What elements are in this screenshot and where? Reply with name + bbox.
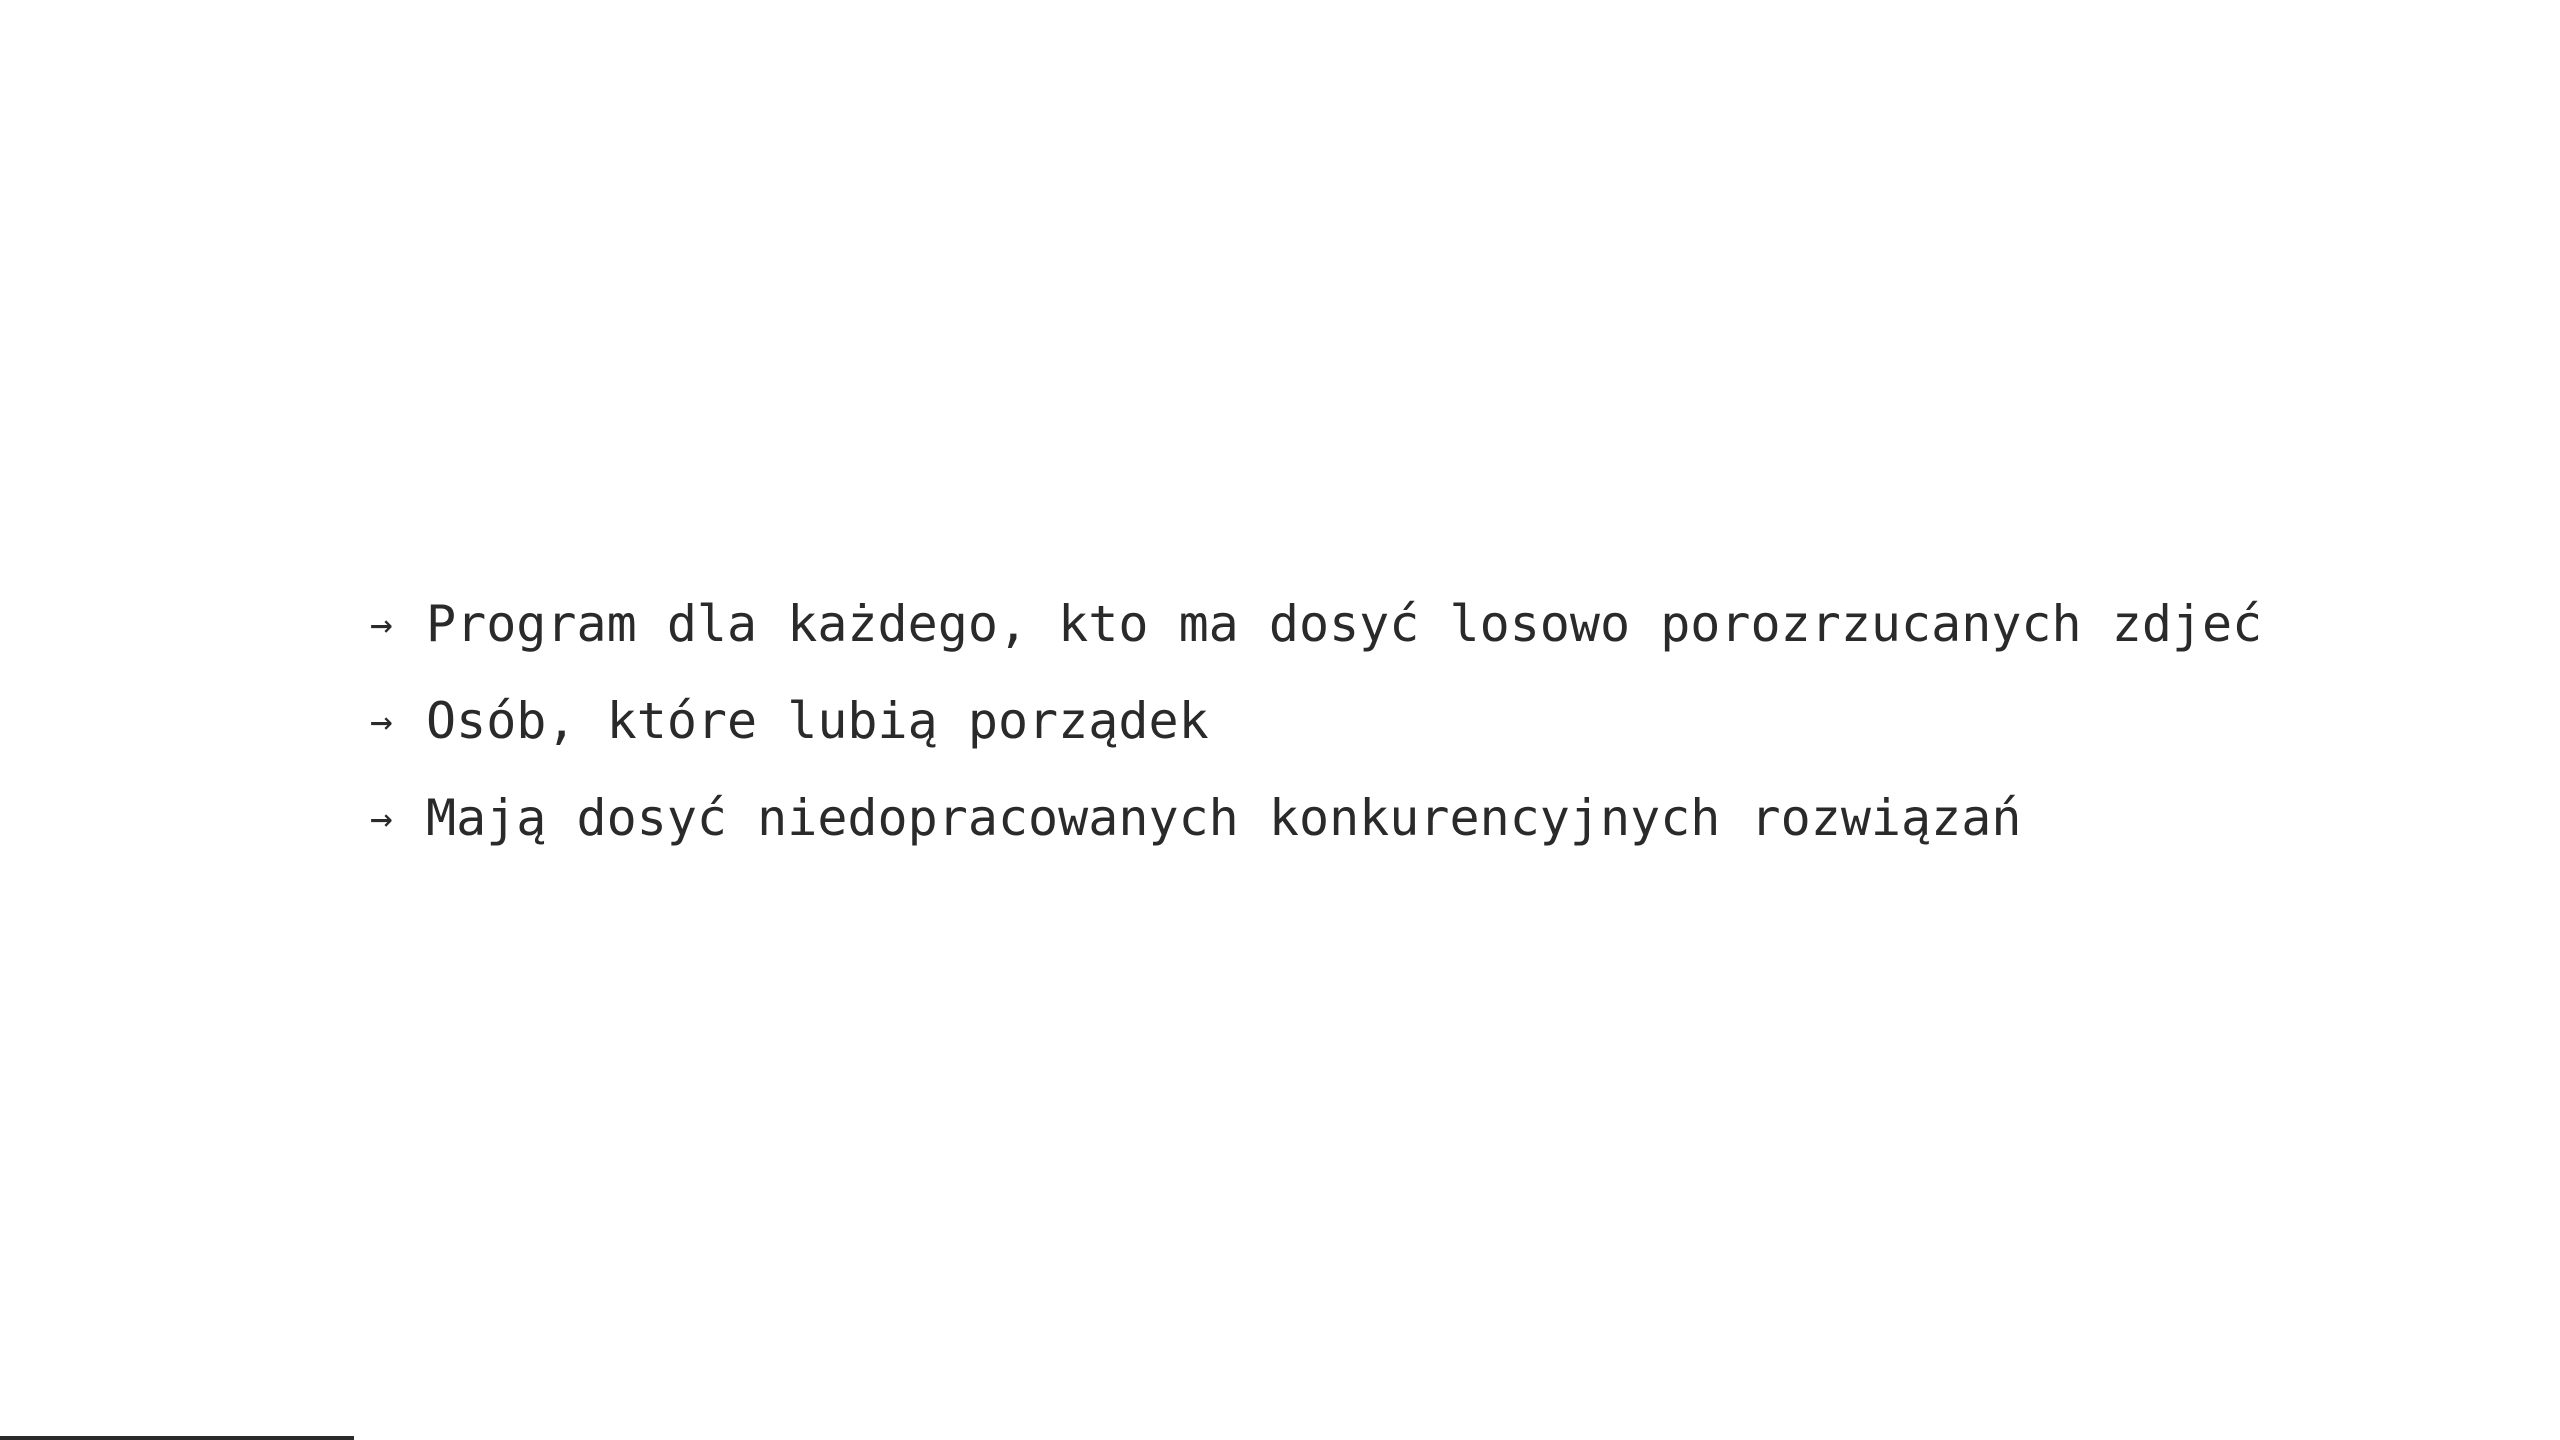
bullet-text: Osób, które lubią porządek	[426, 692, 1209, 750]
bullet-item: → Mają dosyć niedopracowanych konkurency…	[370, 789, 2262, 886]
arrow-right-icon: →	[370, 602, 393, 646]
bullet-list: → Program dla każdego, kto ma dosyć loso…	[370, 595, 2262, 886]
footer-divider	[0, 1436, 354, 1440]
bullet-text: Mają dosyć niedopracowanych konkurencyjn…	[426, 789, 2022, 847]
arrow-right-icon: →	[370, 699, 393, 743]
arrow-right-icon: →	[370, 796, 393, 840]
bullet-text: Program dla każdego, kto ma dosyć losowo…	[426, 595, 2263, 653]
bullet-item: → Program dla każdego, kto ma dosyć loso…	[370, 595, 2262, 692]
slide: → Program dla każdego, kto ma dosyć loso…	[0, 0, 2560, 1440]
bullet-item: → Osób, które lubią porządek	[370, 692, 2262, 789]
